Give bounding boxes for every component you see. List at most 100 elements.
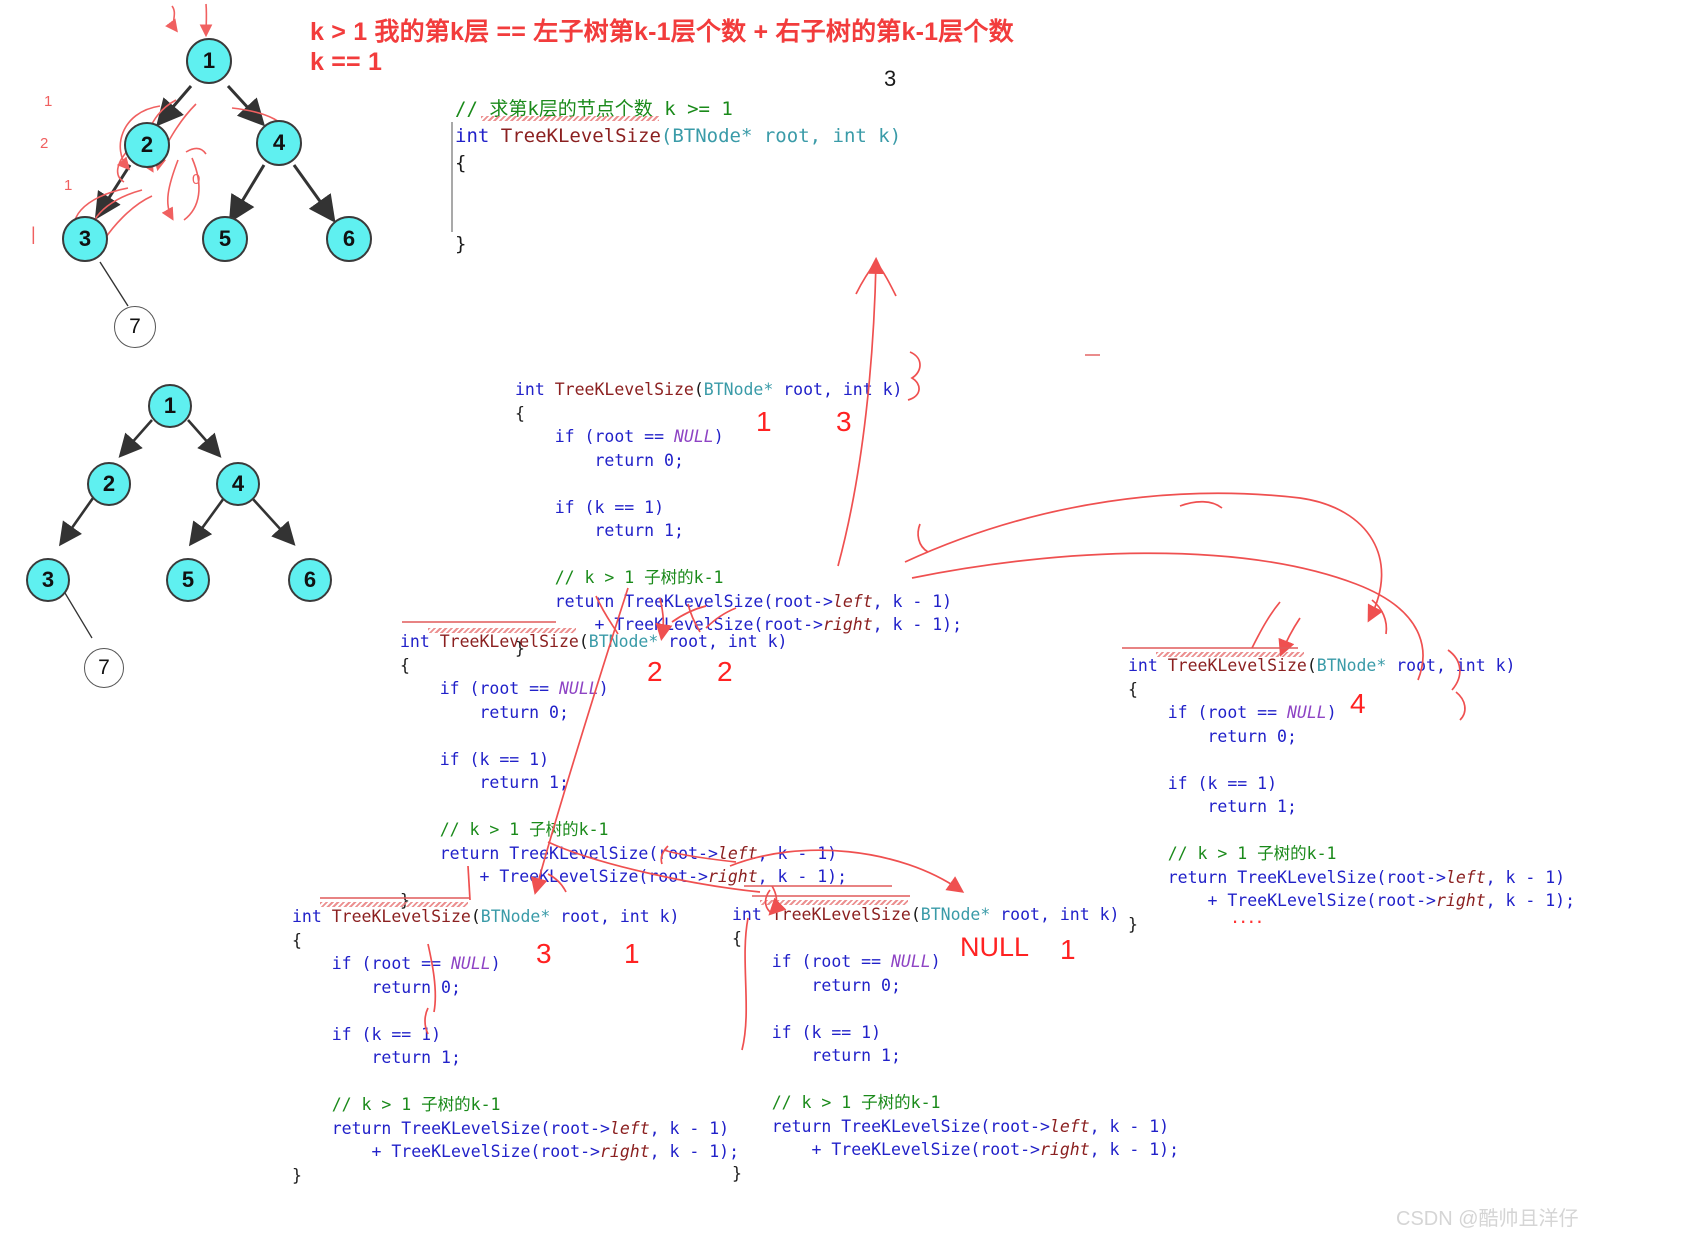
- cb3-retright-a: + TreeKLevelSize(root->: [292, 1142, 600, 1161]
- node-label: 4: [272, 130, 286, 155]
- cb5-if-k1: if (k == 1): [1128, 773, 1278, 793]
- cb4-intk: int: [1059, 905, 1090, 924]
- canvas: 1 2 1 0 | 1 2 4 3 5 6 7 1 2 4 3 5 6 7 k …: [0, 0, 1695, 1252]
- cb4-root: root,: [990, 905, 1060, 924]
- cb1-if-null-close: ): [713, 427, 724, 446]
- tree1-node-2: 2: [124, 122, 170, 168]
- cb5-ret1: return 1;: [1128, 797, 1297, 816]
- cb4-retright-b: , k - 1);: [1089, 1140, 1180, 1159]
- top-code-sig-name: TreeKLevelSize: [500, 125, 661, 147]
- cb3-kw: int: [292, 907, 332, 926]
- cb3-ret0: return 0;: [292, 977, 461, 997]
- cb3-retright-b: , k - 1);: [649, 1142, 740, 1161]
- top-code-squiggle: [481, 116, 659, 121]
- annotation-cb1-one: 1: [756, 406, 772, 437]
- cb4-open: (: [910, 905, 921, 924]
- cb3-ret1: return 1;: [292, 1048, 461, 1067]
- top-code-close: }: [455, 233, 467, 255]
- tree1-node-5: 5: [202, 216, 248, 262]
- cb3-brace-open: {: [292, 930, 302, 950]
- cb3-comment: // k > 1 子树的k-1: [292, 1095, 501, 1114]
- annotation-dots: ....: [1232, 903, 1265, 928]
- svg-text:0: 0: [192, 171, 200, 188]
- tree1-node-4: 4: [256, 120, 302, 166]
- top-code-open: {: [455, 152, 467, 174]
- cb4-squiggle: [760, 900, 908, 905]
- cb3-retleft-b: , k - 1): [649, 1118, 730, 1138]
- cb5-ret0: return 0;: [1128, 726, 1297, 746]
- cb1-open: (: [693, 380, 704, 399]
- tree2-node-2: 2: [87, 462, 131, 506]
- cb4-left: left: [1049, 1116, 1090, 1136]
- cb1-intk: int: [842, 380, 873, 399]
- annotation-cb1-three: 3: [836, 406, 852, 437]
- cb2-retright-a: + TreeKLevelSize(root->: [400, 867, 708, 886]
- cb5-if-null-close: ): [1326, 703, 1337, 722]
- annotation-top-three: 3: [884, 66, 897, 91]
- node-label: 7: [98, 656, 110, 679]
- cb5-squiggle: [1156, 652, 1304, 657]
- annotation-cb2-two-b: 2: [717, 656, 733, 687]
- cb2-root: root,: [658, 632, 728, 651]
- cb4-right: right: [1039, 1140, 1090, 1159]
- cb4-k: k): [1089, 905, 1120, 924]
- cb1-ret1: return 1;: [515, 521, 684, 540]
- cb4-kw: int: [732, 905, 772, 924]
- cb1-retleft-b: , k - 1): [872, 591, 953, 611]
- cb2-retleft-b: , k - 1): [757, 843, 838, 863]
- cb2-intk: int: [727, 632, 758, 651]
- cb5-brace-close: }: [1128, 914, 1138, 934]
- cb2-if-null-close: ): [598, 679, 609, 698]
- cb3-intk: int: [619, 907, 650, 926]
- node-label: 6: [303, 567, 317, 592]
- cb1-if-null: if (root ==: [515, 427, 674, 446]
- cb1-root: root,: [773, 380, 843, 399]
- code-fold-bar: [451, 122, 453, 232]
- cb1-comment: // k > 1 子树的k-1: [515, 568, 724, 587]
- node-label: 5: [218, 226, 232, 251]
- code-block-3: int TreeKLevelSize(BTNode* root, int k) …: [292, 905, 739, 1187]
- cb3-squiggle: [320, 902, 468, 907]
- cb3-fn: TreeKLevelSize: [331, 907, 471, 926]
- cb5-k: k): [1485, 656, 1516, 675]
- node-label: 7: [129, 315, 141, 338]
- cb3-left: left: [609, 1118, 650, 1138]
- tree1-node-1: 1: [186, 38, 232, 84]
- cb2-if-k1: if (k == 1): [400, 749, 550, 769]
- code-block-1: int TreeKLevelSize(BTNode* root, int k) …: [515, 378, 962, 660]
- top-code-sig-args: (BTNode* root, int k): [660, 125, 902, 147]
- binary-tree-2: 1 2 4 3 5 6 7: [0, 370, 400, 700]
- cb2-brace-open: {: [400, 655, 410, 675]
- tree2-edges: [59, 419, 296, 639]
- cb1-left: left: [832, 591, 873, 611]
- cb2-right: right: [707, 867, 758, 886]
- cb5-type: BTNode*: [1316, 656, 1387, 675]
- top-code-sig-kw: int: [455, 125, 501, 147]
- cb1-k: k): [872, 380, 903, 399]
- cb3-root: root,: [550, 907, 620, 926]
- node-label: 6: [342, 226, 356, 251]
- cb2-type: BTNode*: [588, 632, 659, 651]
- cb5-open: (: [1306, 656, 1317, 675]
- tree1-node-7: 7: [114, 306, 156, 348]
- cb3-open: (: [470, 907, 481, 926]
- cb3-k: k): [649, 907, 680, 926]
- cb5-retright-a: + TreeKLevelSize(root->: [1128, 891, 1436, 910]
- cb3-type: BTNode*: [480, 907, 551, 926]
- cb4-type: BTNode*: [920, 905, 991, 924]
- cb2-comment: // k > 1 子树的k-1: [400, 820, 609, 839]
- cb4-if-k1: if (k == 1): [732, 1022, 882, 1042]
- cb4-if-null-close: ): [930, 952, 941, 971]
- node-label: 1: [163, 393, 177, 418]
- cb4-null: NULL: [890, 952, 931, 971]
- cb1-null: NULL: [673, 427, 714, 446]
- cb5-left: left: [1445, 867, 1486, 887]
- cb2-retleft-a: return TreeKLevelSize(root->: [400, 843, 718, 863]
- node-label: 5: [181, 567, 195, 592]
- code-block-2: int TreeKLevelSize(BTNode* root, int k) …: [400, 630, 847, 912]
- cb4-ret1: return 1;: [732, 1046, 901, 1065]
- cb3-right: right: [599, 1142, 650, 1161]
- csdn-watermark: CSDN @酷帅且洋仔: [1396, 1208, 1579, 1230]
- cb5-null: NULL: [1286, 703, 1327, 722]
- cb5-brace-open: {: [1128, 679, 1138, 699]
